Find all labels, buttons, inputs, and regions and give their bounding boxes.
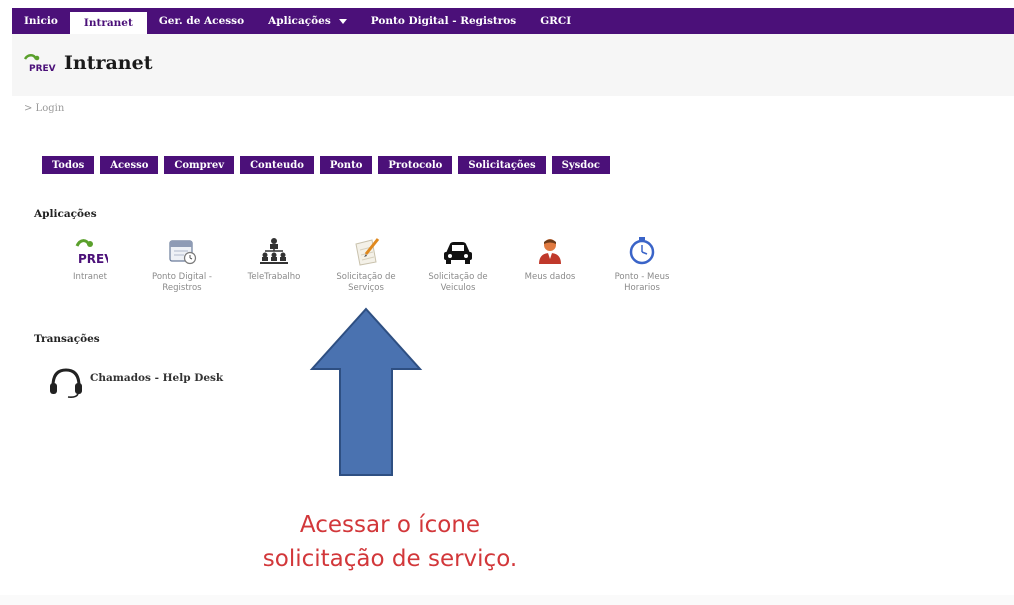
app-ponto-meus-horarios[interactable]: Ponto - Meus Horarios — [596, 236, 688, 294]
stopwatch-icon — [624, 236, 660, 266]
app-label: Ponto - Meus Horarios — [614, 272, 670, 293]
org-chart-icon — [256, 236, 292, 266]
breadcrumb[interactable]: > Login — [24, 103, 64, 114]
chevron-down-icon — [338, 18, 347, 24]
category-todos-button[interactable]: Todos — [42, 156, 95, 174]
category-filter-bar: Todos Acesso Comprev Conteudo Ponto Prot… — [42, 156, 611, 174]
app-ponto-digital[interactable]: Ponto Digital - Registros — [136, 236, 228, 294]
nav-tab-aplicacoes[interactable]: Aplicações — [256, 8, 359, 34]
category-acesso-button[interactable]: Acesso — [100, 156, 159, 174]
top-navigation: Inicio Intranet Ger. de Acesso Aplicaçõe… — [12, 8, 1014, 34]
page-title: Intranet — [64, 52, 153, 74]
prev-logo-text: PREV — [78, 252, 108, 266]
notepad-pencil-icon — [348, 236, 384, 266]
category-sysdoc-button[interactable]: Sysdoc — [551, 156, 611, 174]
annotation-line-2: solicitação de serviço. — [262, 546, 518, 572]
app-label: Meus dados — [524, 272, 576, 282]
prev-logo-icon: PREV — [72, 236, 114, 266]
nav-tab-intranet[interactable]: Intranet — [69, 12, 147, 34]
calendar-clock-icon — [164, 236, 200, 266]
headset-icon — [50, 368, 82, 398]
nav-tab-grci[interactable]: GRCI — [528, 8, 583, 34]
up-arrow-annotation — [309, 307, 423, 476]
app-label: TeleTrabalho — [247, 272, 301, 282]
app-label: Ponto Digital - Registros — [152, 272, 212, 293]
annotation-caption: Acessar o ícone solicitação de serviço. — [230, 508, 550, 576]
category-ponto-button[interactable]: Ponto — [319, 156, 373, 174]
app-label: Intranet — [73, 272, 107, 282]
nav-tab-ger-acesso[interactable]: Ger. de Acesso — [147, 8, 256, 34]
nav-tab-label: Inicio — [24, 15, 58, 27]
nav-tab-label: Ponto Digital - Registros — [370, 15, 517, 27]
nav-tab-label: Ger. de Acesso — [158, 15, 245, 27]
transactions-section-title: Transações — [34, 333, 100, 345]
nav-tab-label: Intranet — [83, 17, 133, 29]
category-comprev-button[interactable]: Comprev — [164, 156, 235, 174]
prev-logo-text: PREV — [29, 64, 56, 73]
user-icon — [532, 236, 568, 266]
nav-tab-ponto-digital[interactable]: Ponto Digital - Registros — [359, 8, 528, 34]
header-band — [12, 34, 1014, 96]
transaction-helpdesk[interactable]: Chamados - Help Desk — [48, 366, 223, 400]
app-solicitacao-servicos[interactable]: Solicitação de Serviços — [320, 236, 412, 294]
category-solicitacoes-button[interactable]: Solicitações — [458, 156, 546, 174]
app-label: Solicitação de Veiculos — [428, 272, 488, 293]
apps-section-title: Aplicações — [34, 208, 97, 220]
app-solicitacao-veiculos[interactable]: Solicitação de Veiculos — [412, 236, 504, 294]
frame-bottom — [0, 595, 1014, 605]
brand: PREV Intranet — [22, 52, 152, 74]
intranet-page: Inicio Intranet Ger. de Acesso Aplicaçõe… — [12, 0, 1014, 595]
car-icon — [440, 236, 476, 266]
app-label: Solicitação de Serviços — [336, 272, 396, 293]
nav-tab-label: Aplicações — [268, 15, 331, 27]
annotation-line-1: Acessar o ícone — [299, 512, 481, 538]
frame-left — [0, 0, 12, 605]
apps-grid: PREV Intranet Ponto Digital - Registros — [44, 236, 688, 294]
app-intranet[interactable]: PREV Intranet — [44, 236, 136, 294]
transaction-label: Chamados - Help Desk — [90, 372, 224, 384]
nav-tab-inicio[interactable]: Inicio — [12, 8, 70, 34]
app-meus-dados[interactable]: Meus dados — [504, 236, 596, 294]
app-teletrabalho[interactable]: TeleTrabalho — [228, 236, 320, 294]
nav-tab-label: GRCI — [540, 15, 572, 27]
category-protocolo-button[interactable]: Protocolo — [378, 156, 453, 174]
category-conteudo-button[interactable]: Conteudo — [240, 156, 314, 174]
prev-logo-icon: PREV — [22, 53, 58, 74]
